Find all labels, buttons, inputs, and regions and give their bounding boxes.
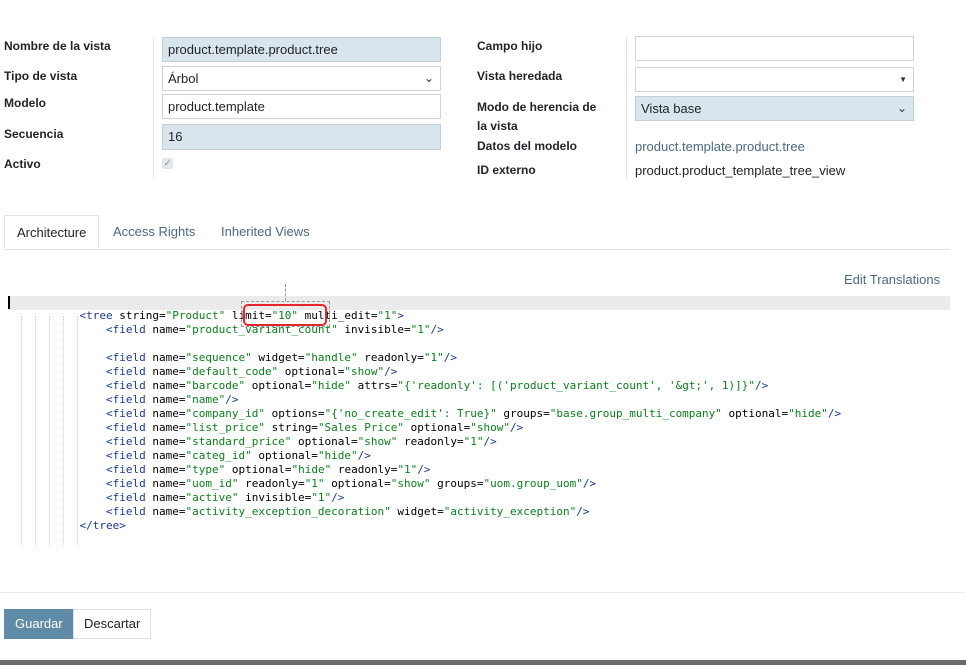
view-name-label: Nombre de la vista (4, 39, 111, 53)
code-editor[interactable]: <tree string="Product" limit="10" multi_… (0, 294, 966, 554)
code-line: <field name="standard_price" optional="s… (105, 435, 497, 448)
model-field[interactable]: product.template (162, 94, 441, 119)
model-data-label: Datos del modelo (477, 139, 578, 153)
footer-separator (0, 592, 966, 593)
code-line: </tree> (79, 519, 126, 532)
save-button[interactable]: Guardar (4, 609, 74, 639)
code-line: <tree string="Product" limit="10" multi_… (79, 309, 405, 322)
inherit-mode-value: Vista base (641, 101, 702, 116)
code-line: <field name="type" optional="hide" reado… (105, 463, 431, 476)
tab-architecture[interactable]: Architecture (4, 215, 100, 249)
inherit-mode-label: Modo de herencia de la vista (477, 99, 596, 135)
child-field-label: Campo hijo (477, 39, 543, 53)
edit-translations-link[interactable]: Edit Translations (844, 272, 940, 287)
view-name-field[interactable]: product.template.product.tree (162, 37, 441, 62)
chevron-down-icon: ⌄ (423, 71, 434, 85)
model-label: Modelo (4, 96, 46, 110)
inherited-view-select[interactable]: ▼ (635, 67, 914, 92)
bottom-bar (0, 660, 966, 665)
discard-button[interactable]: Descartar (73, 609, 152, 639)
xml-code: <tree string="Product" limit="10" multi_… (0, 309, 841, 533)
right-column-separator (626, 37, 627, 179)
model-data-link[interactable]: product.template.product.tree (635, 138, 805, 155)
view-type-value: Árbol (168, 71, 199, 86)
code-line: <field name="uom_id" readonly="1" option… (105, 477, 597, 490)
inherit-mode-label-line1: Modo de herencia de (477, 100, 597, 114)
external-id-label: ID externo (477, 163, 536, 177)
code-line: <field name="name"/> (105, 393, 239, 406)
left-column-separator (153, 37, 154, 179)
inherit-mode-select[interactable]: Vista base ⌄ (635, 96, 914, 121)
code-line: <field name="default_code" optional="sho… (105, 365, 398, 378)
caret-down-icon: ▼ (899, 75, 907, 84)
view-type-select[interactable]: Árbol ⌄ (162, 66, 441, 91)
sequence-label: Secuencia (4, 127, 64, 141)
notebook-tabs: Architecture Access Rights Inherited Vie… (4, 215, 950, 250)
child-field-input[interactable] (635, 36, 914, 61)
text-cursor (8, 296, 10, 309)
code-line: <field name="activity_exception_decorati… (105, 505, 590, 518)
code-line: <field name="company_id" options="{'no_c… (105, 407, 842, 420)
code-line: <field name="active" invisible="1"/> (105, 491, 345, 504)
code-line: <field name="barcode" optional="hide" at… (105, 379, 769, 392)
view-type-label: Tipo de vista (4, 69, 78, 83)
code-line: <field name="categ_id" optional="hide"/> (105, 449, 371, 462)
tab-access-rights[interactable]: Access Rights (101, 215, 207, 249)
code-line: <field name="sequence" widget="handle" r… (105, 351, 458, 364)
active-checkbox[interactable]: ✓ (162, 158, 173, 169)
external-id-value: product.product_template_tree_view (635, 163, 846, 178)
chevron-down-icon: ⌄ (896, 101, 907, 115)
code-line: <field name="list_price" string="Sales P… (105, 421, 524, 434)
inherited-view-label: Vista heredada (477, 69, 563, 83)
code-line: <field name="product_variant_count" invi… (105, 323, 444, 336)
active-line (9, 296, 950, 310)
active-label: Activo (4, 157, 41, 171)
tab-inherited-views[interactable]: Inherited Views (209, 215, 322, 249)
checkmark-icon: ✓ (163, 158, 172, 168)
limit-highlight (243, 304, 327, 326)
inherit-mode-label-line2: la vista (477, 119, 518, 133)
sequence-field[interactable]: 16 (162, 124, 441, 150)
annotation-guide-line (285, 284, 286, 301)
